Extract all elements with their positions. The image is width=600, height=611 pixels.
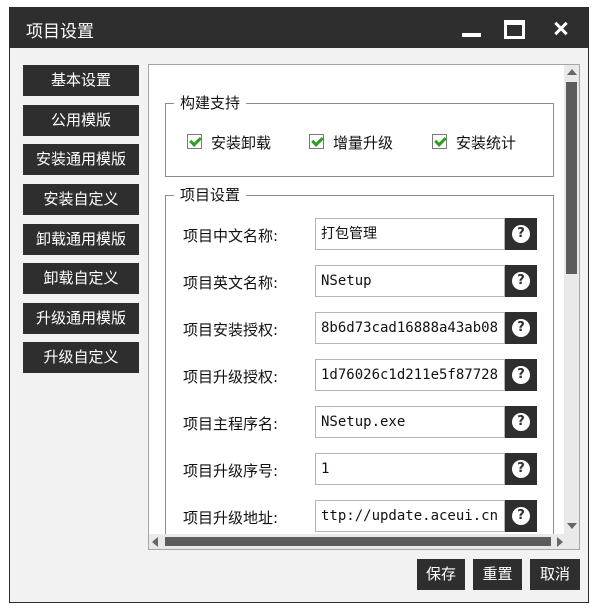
field-row-main-program: 项目主程序名: NSetup.exe ?	[166, 406, 555, 440]
incremental-upgrade-label: 增量升级	[333, 134, 394, 152]
vertical-scrollbar[interactable]	[564, 65, 579, 549]
install-auth-input[interactable]: 8b6d73cad16888a43ab08	[315, 312, 505, 344]
upgrade-auth-input[interactable]: 1d76026c1d211e5f87728	[315, 359, 505, 391]
window-title: 项目设置	[26, 22, 94, 42]
sidebar-item-install-template[interactable]: 安装通用模版	[23, 144, 139, 175]
cancel-button[interactable]: 取消	[530, 559, 580, 590]
checkmark-icon	[187, 134, 202, 149]
project-settings-title: 项目设置	[174, 185, 247, 205]
help-icon: ?	[512, 507, 530, 525]
help-button[interactable]: ?	[505, 265, 537, 297]
field-row-install-auth: 项目安装授权: 8b6d73cad16888a43ab08 ?	[166, 312, 555, 346]
help-button[interactable]: ?	[505, 312, 537, 344]
help-button[interactable]: ?	[505, 359, 537, 391]
settings-panel: 构建支持 安装卸载 增量升级 安装统计 项目设置 项目中文名称: 打包管理 ?	[148, 64, 580, 550]
horizontal-scrollbar[interactable]	[149, 534, 566, 549]
help-button[interactable]: ?	[505, 406, 537, 438]
vertical-scroll-thumb[interactable]	[566, 82, 577, 274]
cn-name-input[interactable]: 打包管理	[315, 218, 505, 250]
install-stats-label: 安装统计	[456, 134, 517, 152]
save-button[interactable]: 保存	[417, 559, 465, 590]
help-icon: ?	[512, 460, 530, 478]
sidebar-item-upgrade-custom[interactable]: 升级自定义	[23, 342, 139, 373]
scroll-down-icon[interactable]	[567, 523, 577, 529]
scroll-up-icon[interactable]	[567, 69, 577, 75]
field-label: 项目升级地址:	[183, 509, 279, 527]
field-label: 项目主程序名:	[183, 415, 279, 433]
scroll-right-icon[interactable]	[557, 537, 563, 547]
field-row-cn-name: 项目中文名称: 打包管理 ?	[166, 218, 555, 252]
checkmark-icon	[309, 134, 324, 149]
help-icon: ?	[512, 272, 530, 290]
help-button[interactable]: ?	[505, 500, 537, 532]
upgrade-url-input[interactable]: ttp://update.aceui.cn	[315, 500, 505, 532]
field-label: 项目安装授权:	[183, 321, 279, 339]
title-bar[interactable]: 项目设置	[10, 8, 588, 48]
project-settings-group: 项目设置 项目中文名称: 打包管理 ? 项目英文名称: NSetup ? 项目安…	[165, 185, 555, 549]
reset-button[interactable]: 重置	[473, 559, 522, 590]
settings-window: 项目设置 基本设置 公用模版 安装通用模版 安装自定义 卸载通用模版 卸载自定义…	[9, 7, 589, 603]
field-label: 项目中文名称:	[183, 227, 279, 245]
build-support-title: 构建支持	[174, 93, 247, 113]
field-row-en-name: 项目英文名称: NSetup ?	[166, 265, 555, 299]
upgrade-number-input[interactable]: 1	[315, 453, 505, 485]
maximize-icon[interactable]	[496, 8, 540, 48]
sidebar-item-common-template[interactable]: 公用模版	[23, 105, 139, 136]
field-label: 项目英文名称:	[183, 274, 279, 292]
build-support-group: 构建支持 安装卸载 增量升级 安装统计	[165, 93, 554, 177]
help-icon: ?	[512, 366, 530, 384]
horizontal-scroll-thumb[interactable]	[165, 537, 551, 546]
en-name-input[interactable]: NSetup	[315, 265, 505, 297]
field-row-upgrade-number: 项目升级序号: 1 ?	[166, 453, 555, 487]
sidebar-item-uninstall-custom[interactable]: 卸载自定义	[23, 263, 139, 294]
main-program-input[interactable]: NSetup.exe	[315, 406, 505, 438]
scroll-left-icon[interactable]	[152, 537, 158, 547]
checkmark-icon	[432, 134, 447, 149]
field-label: 项目升级授权:	[183, 368, 279, 386]
sidebar-item-upgrade-template[interactable]: 升级通用模版	[23, 303, 139, 334]
sidebar-item-uninstall-template[interactable]: 卸载通用模版	[23, 224, 139, 255]
field-row-upgrade-url: 项目升级地址: ttp://update.aceui.cn ?	[166, 500, 555, 534]
help-button[interactable]: ?	[505, 453, 537, 485]
sidebar-item-install-custom[interactable]: 安装自定义	[23, 184, 139, 215]
help-icon: ?	[512, 319, 530, 337]
field-row-upgrade-auth: 项目升级授权: 1d76026c1d211e5f87728 ?	[166, 359, 555, 393]
help-button[interactable]: ?	[505, 218, 537, 250]
close-icon[interactable]	[539, 8, 583, 48]
install-uninstall-label: 安装卸载	[211, 134, 272, 152]
field-label: 项目升级序号:	[183, 462, 279, 480]
help-icon: ?	[512, 225, 530, 243]
sidebar-item-basic-settings[interactable]: 基本设置	[23, 65, 139, 96]
minimize-icon[interactable]	[451, 8, 495, 48]
help-icon: ?	[512, 413, 530, 431]
